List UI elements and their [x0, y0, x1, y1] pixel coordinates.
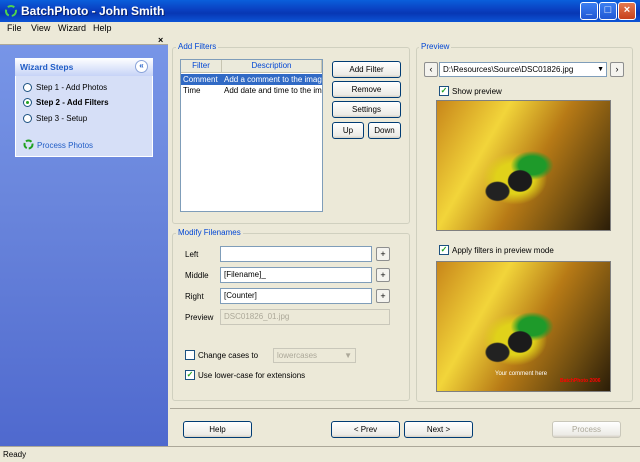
- lower-ext-checkbox[interactable]: ✓: [185, 370, 195, 380]
- process-button: Process: [552, 421, 621, 438]
- step-radio-selected-icon: [23, 98, 32, 107]
- help-button[interactable]: Help: [183, 421, 252, 438]
- middle-input[interactable]: [Filename]_: [220, 267, 372, 283]
- right-input[interactable]: [Counter]: [220, 288, 372, 304]
- right-label: Right: [185, 292, 204, 301]
- step-label: Step 2 - Add Filters: [36, 98, 109, 107]
- task-pane-header: [0, 36, 168, 45]
- nav-separator: [170, 408, 640, 409]
- lower-ext-label: Use lower-case for extensions: [198, 371, 306, 380]
- filter-description: Add date and time to the ima: [224, 86, 322, 95]
- maximize-button[interactable]: □: [599, 2, 617, 20]
- modify-filenames-label: Modify Filenames: [176, 228, 243, 237]
- window-title: BatchPhoto - John Smith: [21, 4, 165, 18]
- step-radio-icon: [23, 83, 32, 92]
- wizard-steps-title: Wizard Steps: [20, 62, 74, 72]
- remove-button[interactable]: Remove: [332, 81, 401, 98]
- process-photos-label: Process Photos: [37, 141, 94, 150]
- step-setup[interactable]: Step 3 - Setup: [23, 114, 87, 123]
- comment-overlay: Your comment here: [495, 371, 548, 377]
- case-select-value: lowercases: [277, 351, 318, 360]
- menu-view[interactable]: View: [30, 23, 51, 33]
- step-add-filters[interactable]: Step 2 - Add Filters: [23, 98, 109, 107]
- filtered-preview-image: Your comment here BatchPhoto 2006: [436, 261, 611, 392]
- menu-help[interactable]: Help: [92, 23, 113, 33]
- prev-image-button[interactable]: ‹: [424, 62, 438, 77]
- next-button[interactable]: Next >: [404, 421, 473, 438]
- image-path-value: D:\Resources\Source\DSC01826.jpg: [443, 65, 574, 74]
- step-label: Step 3 - Setup: [36, 114, 88, 123]
- show-preview-label: Show preview: [452, 87, 502, 96]
- wizard-steps-header: Wizard Steps «: [15, 58, 153, 76]
- settings-button[interactable]: Settings: [332, 101, 401, 118]
- close-button[interactable]: ×: [618, 2, 636, 20]
- process-photos-link[interactable]: Process Photos: [23, 139, 93, 150]
- show-preview-checkbox[interactable]: ✓: [439, 86, 449, 96]
- filter-name: Time: [183, 86, 201, 95]
- preview-filename-field: DSC01826_01.jpg: [220, 309, 390, 325]
- filter-row-time[interactable]: Time Add date and time to the ima: [181, 85, 322, 96]
- apply-filters-checkbox[interactable]: ✓: [439, 245, 449, 255]
- change-cases-label: Change cases to: [198, 351, 259, 360]
- time-overlay: BatchPhoto 2006: [560, 378, 601, 384]
- minimize-button[interactable]: _: [580, 2, 598, 20]
- preview-label: Preview: [419, 42, 452, 51]
- add-filter-button[interactable]: Add Filter: [332, 61, 401, 78]
- middle-insert-button[interactable]: +: [376, 268, 390, 282]
- left-insert-button[interactable]: +: [376, 247, 390, 261]
- image-path-combo[interactable]: D:\Resources\Source\DSC01826.jpg ▼: [439, 62, 607, 77]
- case-select: lowercases ▼: [273, 348, 356, 363]
- menu-file[interactable]: File: [6, 23, 23, 33]
- up-button[interactable]: Up: [332, 122, 364, 139]
- filter-name: Comment: [183, 75, 218, 84]
- recycle-icon: [23, 139, 34, 150]
- down-button[interactable]: Down: [368, 122, 401, 139]
- status-text: Ready: [3, 450, 27, 459]
- original-preview-image: [436, 100, 611, 231]
- column-header-filter[interactable]: Filter: [181, 60, 222, 73]
- dropdown-arrow-icon: ▼: [344, 351, 352, 360]
- task-pane-close-icon[interactable]: ×: [158, 36, 163, 45]
- title-bar: BatchPhoto - John Smith _ □ ×: [0, 0, 640, 22]
- step-label: Step 1 - Add Photos: [36, 83, 108, 92]
- status-bar: Ready: [0, 446, 640, 462]
- column-header-description[interactable]: Description: [222, 60, 322, 73]
- add-filters-label: Add Filters: [176, 42, 219, 51]
- filters-list[interactable]: Filter Description Comment Add a comment…: [180, 59, 323, 212]
- middle-label: Middle: [185, 271, 209, 280]
- left-input[interactable]: [220, 246, 372, 262]
- right-insert-button[interactable]: +: [376, 289, 390, 303]
- step-radio-icon: [23, 114, 32, 123]
- step-add-photos[interactable]: Step 1 - Add Photos: [23, 83, 107, 92]
- app-recycle-icon: [5, 5, 17, 17]
- menu-wizard[interactable]: Wizard: [57, 23, 87, 33]
- prev-button[interactable]: < Prev: [331, 421, 400, 438]
- collapse-icon[interactable]: «: [135, 60, 148, 73]
- preview-filename-label: Preview: [185, 313, 214, 322]
- filter-row-comment[interactable]: Comment Add a comment to the image: [181, 74, 322, 85]
- left-label: Left: [185, 250, 199, 259]
- next-image-button[interactable]: ›: [610, 62, 624, 77]
- apply-filters-label: Apply filters in preview mode: [452, 246, 554, 255]
- filter-description: Add a comment to the image: [224, 75, 322, 84]
- menu-bar: File View Wizard Help: [0, 22, 640, 36]
- change-cases-checkbox[interactable]: [185, 350, 195, 360]
- dropdown-arrow-icon[interactable]: ▼: [597, 63, 604, 76]
